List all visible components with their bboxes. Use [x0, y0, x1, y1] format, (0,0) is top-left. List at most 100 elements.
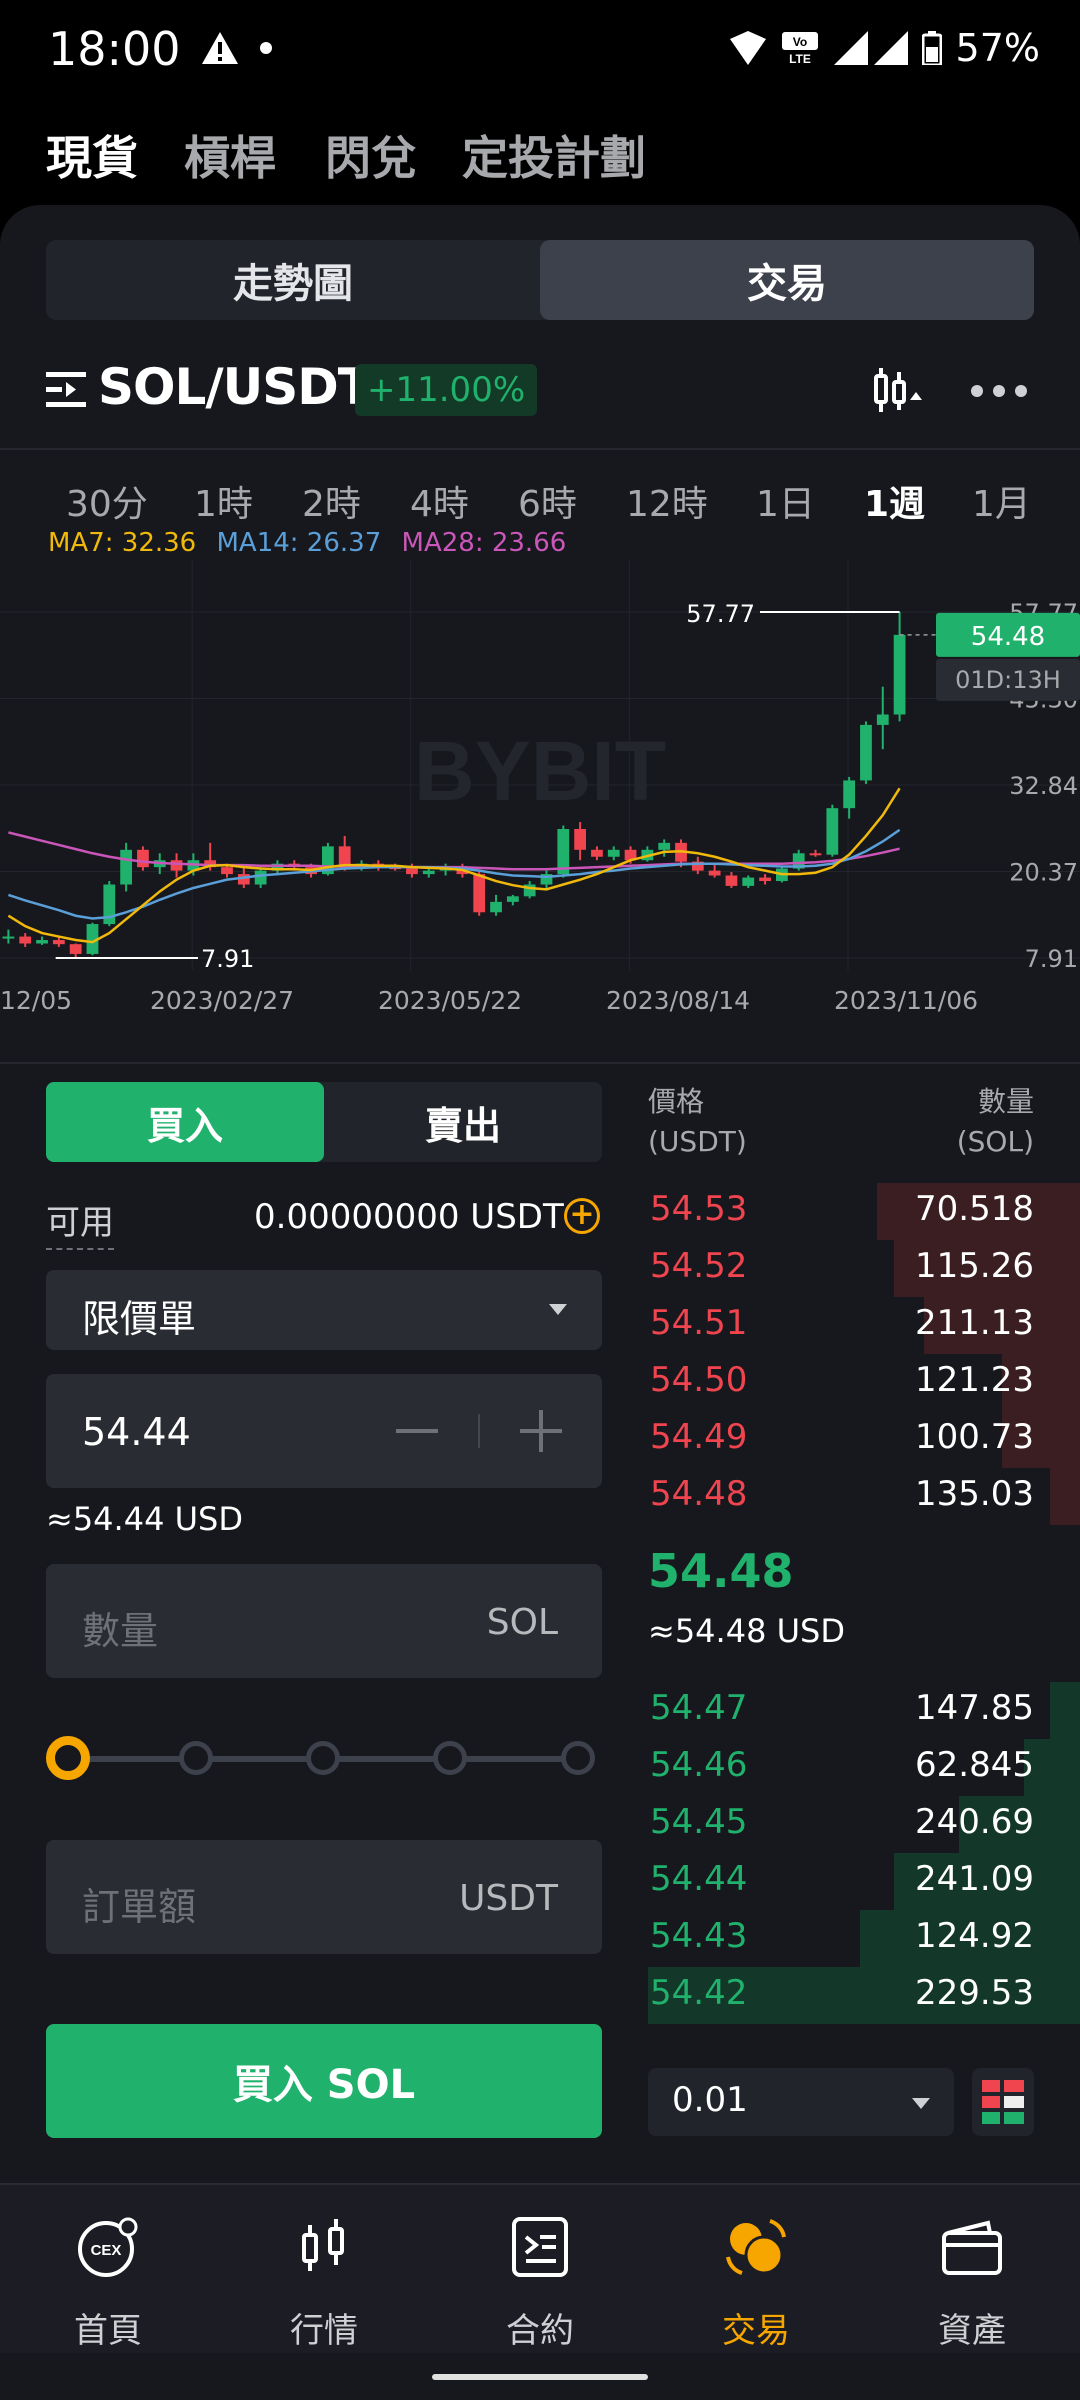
candle-body — [406, 868, 418, 875]
nav-home-label: 首頁 — [74, 2311, 142, 2351]
ask-row[interactable]: 54.52 115.26 — [648, 1240, 1080, 1297]
timeframe-6h[interactable]: 6時 — [518, 475, 577, 527]
battery-percent: 57% — [955, 26, 1040, 70]
bid-row[interactable]: 54.46 62.845 — [648, 1739, 1080, 1796]
buy-sol-button[interactable]: 買入 SOL — [46, 2024, 602, 2138]
x-tick-label: 2023/02/27 — [150, 986, 294, 1015]
divider — [0, 1062, 1080, 1064]
quantity-field[interactable]: 數量 SOL — [46, 1564, 602, 1678]
order-amount-field[interactable]: 訂單額 USDT — [46, 1840, 602, 1954]
ask-row[interactable]: 54.50 121.23 — [648, 1354, 1080, 1411]
ask-row[interactable]: 54.48 135.03 — [648, 1468, 1080, 1525]
candle-body — [422, 870, 435, 875]
bid-row[interactable]: 54.45 240.69 — [648, 1796, 1080, 1853]
ask-depth-bar — [1049, 1468, 1080, 1525]
slider-stop-100[interactable] — [561, 1741, 595, 1775]
candle-body — [607, 849, 620, 857]
candle-body — [69, 944, 82, 954]
pair-header: SOL/USDT +11.00% — [0, 350, 1080, 430]
status-right: Vo LTE 57% — [729, 26, 1040, 70]
minus-icon[interactable] — [396, 1429, 438, 1433]
menu-list-icon[interactable] — [46, 372, 86, 408]
candle-body — [473, 874, 486, 913]
depth-step-select[interactable]: 0.01 — [648, 2068, 954, 2136]
pair-name[interactable]: SOL/USDT — [98, 358, 372, 416]
x-tick-label: 2023/08/14 — [606, 986, 750, 1015]
candle-body — [254, 870, 267, 885]
tab-convert[interactable]: 閃兌 — [325, 122, 417, 188]
ask-row[interactable]: 54.49 100.73 — [648, 1411, 1080, 1468]
candlestick-chart[interactable]: BYBIT57.777.9157.7745.3032.8420.377.9154… — [0, 560, 1080, 1040]
bid-row[interactable]: 54.42 229.53 — [648, 1967, 1080, 2024]
available-label[interactable]: 可用 — [46, 1195, 114, 1250]
gesture-home-bar[interactable] — [432, 2374, 648, 2380]
deposit-plus-icon[interactable]: + — [564, 1198, 600, 1234]
nav-contracts-label: 合約 — [506, 2311, 574, 2351]
timeframe-12h[interactable]: 12時 — [626, 475, 708, 527]
battery-icon — [921, 31, 942, 65]
price-usd-approx: ≈54.44 USD — [46, 1500, 243, 1538]
price-value[interactable]: 54.44 — [82, 1410, 191, 1454]
contract-icon — [512, 2217, 568, 2277]
timeframe-4h[interactable]: 4時 — [410, 475, 469, 527]
bid-price: 54.42 — [650, 1973, 748, 2013]
plus-icon[interactable] — [520, 1410, 562, 1452]
more-options-icon[interactable] — [970, 384, 1028, 398]
candle-body — [221, 867, 233, 875]
ask-qty: 100.73 — [915, 1417, 1034, 1457]
slider-stop-25[interactable] — [179, 1741, 213, 1775]
ma14-label: MA14: 26.37 — [216, 528, 382, 558]
timeframe-1h[interactable]: 1時 — [194, 475, 253, 527]
tab-dca-plan[interactable]: 定投計劃 — [462, 122, 646, 188]
order-type-select[interactable]: 限價單 — [46, 1270, 602, 1350]
ask-row[interactable]: 54.53 70.518 — [648, 1183, 1080, 1240]
bid-price: 54.45 — [650, 1802, 748, 1842]
bid-row[interactable]: 54.43 124.92 — [648, 1910, 1080, 1967]
price-header-label: 價格 — [648, 1085, 705, 1118]
tab-margin[interactable]: 槓桿 — [184, 122, 276, 188]
nav-trade[interactable]: 交易 — [648, 2185, 864, 2355]
ask-qty: 121.23 — [915, 1360, 1034, 1400]
price-field[interactable]: 54.44 — [46, 1374, 602, 1488]
orderbook-layout-icon[interactable] — [972, 2068, 1034, 2136]
divider — [0, 448, 1080, 450]
candle-body — [893, 634, 906, 715]
timeframe-1d[interactable]: 1日 — [756, 475, 815, 527]
ask-price: 54.51 — [650, 1303, 748, 1343]
ask-price: 54.48 — [650, 1474, 748, 1514]
caret-down-icon — [912, 2098, 930, 2109]
candle-body — [591, 849, 603, 857]
ask-qty: 115.26 — [915, 1246, 1034, 1286]
candle-body — [725, 875, 738, 886]
candle-chart-toggle-icon[interactable] — [870, 364, 926, 416]
bid-qty: 240.69 — [915, 1802, 1034, 1842]
timeframe-2h[interactable]: 2時 — [302, 475, 361, 527]
high-label: 57.77 — [686, 600, 755, 628]
candle-body — [759, 877, 771, 882]
candle-body — [19, 936, 32, 944]
sell-tab[interactable]: 賣出 — [324, 1082, 602, 1162]
timeframe-30m[interactable]: 30分 — [66, 475, 148, 527]
segment-chart[interactable]: 走勢圖 — [46, 240, 540, 320]
ask-row[interactable]: 54.51 211.13 — [648, 1297, 1080, 1354]
ask-qty: 135.03 — [915, 1474, 1034, 1514]
slider-stop-75[interactable] — [433, 1741, 467, 1775]
quantity-unit: SOL — [486, 1602, 558, 1643]
svg-text:LTE: LTE — [789, 52, 811, 66]
nav-assets[interactable]: 資產 — [864, 2185, 1080, 2355]
bid-row[interactable]: 54.47 147.85 — [648, 1682, 1080, 1739]
bottom-nav: CEX 首頁 行情 合約 交易 資產 — [0, 2183, 1080, 2353]
slider-stop-50[interactable] — [306, 1741, 340, 1775]
last-price[interactable]: 54.48 — [648, 1544, 794, 1598]
buy-tab[interactable]: 買入 — [46, 1082, 324, 1162]
bid-qty: 147.85 — [915, 1688, 1034, 1728]
nav-markets[interactable]: 行情 — [216, 2185, 432, 2355]
timeframe-1mo[interactable]: 1月 — [972, 475, 1031, 527]
nav-home[interactable]: CEX 首頁 — [0, 2185, 216, 2355]
timeframe-1w[interactable]: 1週 — [864, 475, 925, 527]
segment-trade[interactable]: 交易 — [540, 240, 1034, 320]
tab-spot[interactable]: 現貨 — [46, 122, 138, 188]
nav-contracts[interactable]: 合約 — [432, 2185, 648, 2355]
slider-stop-0[interactable] — [46, 1736, 90, 1780]
bid-row[interactable]: 54.44 241.09 — [648, 1853, 1080, 1910]
